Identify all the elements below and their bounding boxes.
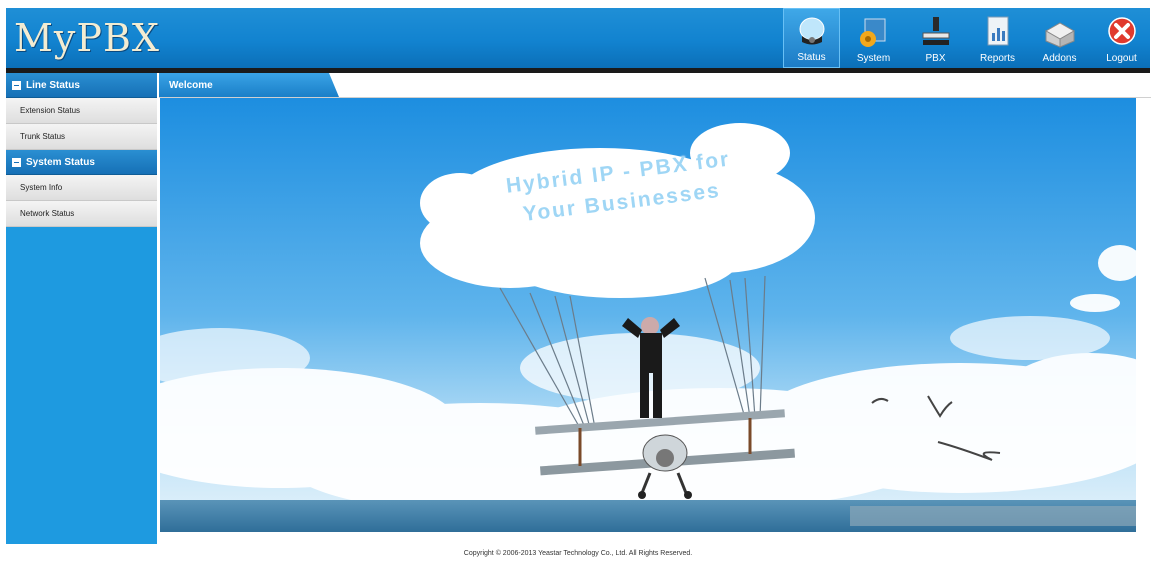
nav-pbx-button[interactable]: PBX xyxy=(907,8,964,68)
welcome-banner: Hybrid IP - PBX for Your Businesses xyxy=(160,98,1136,532)
status-icon xyxy=(799,17,824,45)
nav-logout-button[interactable]: Logout xyxy=(1093,8,1150,68)
sidebar-section-line-status[interactable]: Line Status xyxy=(6,73,157,98)
nav-addons-button[interactable]: Addons xyxy=(1031,8,1088,68)
nav-status-button[interactable]: Status xyxy=(783,8,840,68)
sidebar-item-extension-status[interactable]: Extension Status xyxy=(6,98,157,124)
collapse-icon xyxy=(12,157,21,167)
nav-reports-button[interactable]: Reports xyxy=(969,8,1026,68)
top-header: MyPBX Status System PBX Reports Addons L… xyxy=(6,8,1150,73)
pbx-icon xyxy=(922,17,949,45)
reports-icon xyxy=(987,16,1008,46)
sidebar-item-network-status[interactable]: Network Status xyxy=(6,201,157,227)
tab-bar: Welcome xyxy=(159,73,1151,98)
nav-system-button[interactable]: System xyxy=(845,8,902,68)
tab-welcome[interactable]: Welcome xyxy=(159,73,339,97)
sidebar-section-system-status[interactable]: System Status xyxy=(6,150,157,175)
mypbx-logo: MyPBX xyxy=(14,16,160,60)
copyright-footer: Copyright © 2006-2013 Yeastar Technology… xyxy=(463,550,693,557)
sidebar-item-trunk-status[interactable]: Trunk Status xyxy=(6,124,157,150)
system-icon xyxy=(859,18,885,47)
sidebar: Line Status Extension Status Trunk Statu… xyxy=(6,73,157,544)
top-nav: Status System PBX Reports Addons Logout xyxy=(778,8,1150,68)
logout-icon xyxy=(1107,17,1136,45)
collapse-icon xyxy=(12,80,21,90)
main-content: Welcome Hybrid IP - PBX for Your Busines… xyxy=(159,73,1151,544)
sidebar-item-system-info[interactable]: System Info xyxy=(6,175,157,201)
addons-icon xyxy=(1044,22,1075,48)
